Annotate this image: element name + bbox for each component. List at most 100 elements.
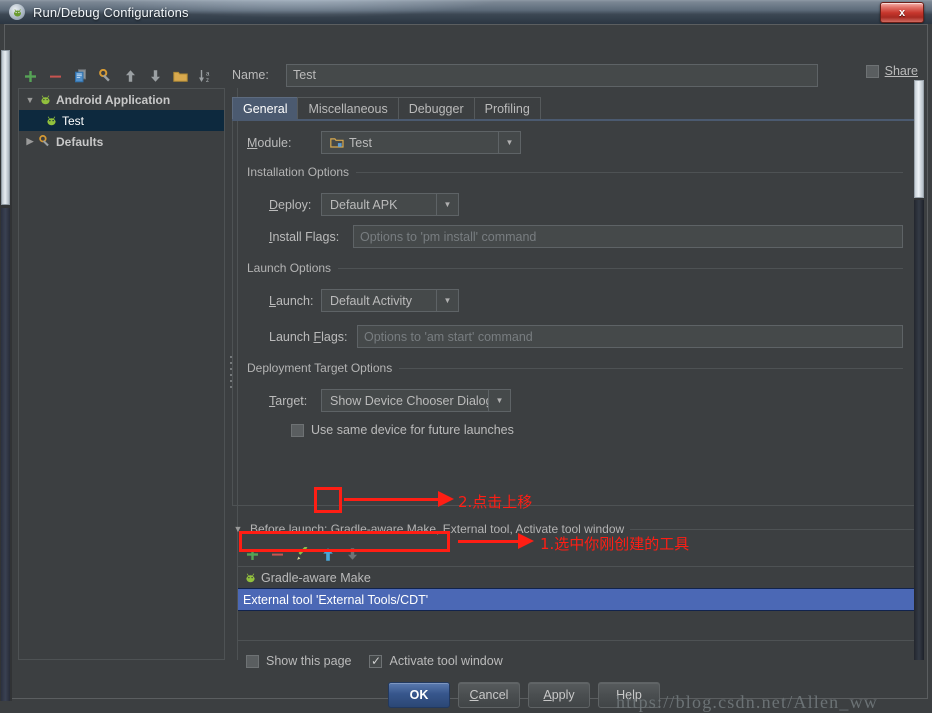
deploy-value: Default APK: [330, 197, 398, 212]
activate-tool-window-checkbox[interactable]: ✓: [369, 654, 383, 668]
chevron-down-icon[interactable]: ▼: [436, 194, 458, 215]
configuration-editor: Name: Test Share General Miscellaneous D…: [232, 56, 920, 668]
tab-general[interactable]: General: [232, 97, 299, 120]
android-studio-icon: [9, 4, 25, 20]
folder-icon[interactable]: [168, 65, 193, 87]
pencil-icon[interactable]: [290, 543, 315, 565]
tree-item-defaults[interactable]: ▶ Defaults: [19, 131, 224, 152]
sort-az-icon[interactable]: az: [193, 65, 218, 87]
launch-flags-input[interactable]: Options to 'am start' command: [357, 325, 903, 348]
window-titlebar[interactable]: Run/Debug Configurations x: [0, 0, 932, 24]
target-label: Target:: [269, 393, 308, 408]
share-checkbox[interactable]: [865, 64, 879, 78]
svg-text:z: z: [206, 78, 209, 83]
remove-configuration-button[interactable]: [43, 65, 68, 87]
chevron-down-icon[interactable]: ▼: [232, 524, 244, 534]
form-scrollbar[interactable]: [914, 80, 924, 660]
group-rule: [338, 267, 903, 269]
page-scrollbar-track[interactable]: [1, 208, 10, 701]
name-input[interactable]: Test: [286, 63, 818, 87]
name-label: Name:: [232, 68, 269, 82]
target-select[interactable]: Show Device Chooser Dialog ▼: [321, 389, 511, 412]
show-this-page-group[interactable]: Show this page: [246, 654, 351, 668]
module-folder-icon: [330, 137, 344, 148]
copy-icon[interactable]: [68, 65, 93, 87]
chevron-down-icon[interactable]: ▼: [23, 95, 37, 105]
android-icon: [37, 92, 53, 108]
bottom-checkboxes: Show this page ✓ Activate tool window: [246, 654, 503, 668]
launch-row: Launch: Default Activity ▼: [247, 289, 459, 312]
group-rule: [399, 367, 903, 369]
add-task-button[interactable]: [240, 543, 265, 565]
before-launch-toolbar: [240, 541, 365, 567]
form-scrollbar-thumb[interactable]: [914, 80, 924, 198]
tree-item-test[interactable]: Test: [19, 110, 224, 131]
ok-button[interactable]: OK: [388, 682, 450, 708]
before-launch-item-label: External tool 'External Tools/CDT': [243, 592, 429, 607]
use-same-device-label: Use same device for future launches: [311, 423, 514, 437]
launch-options-group: Launch Options: [247, 261, 903, 275]
activate-tool-window-group[interactable]: ✓ Activate tool window: [369, 654, 503, 668]
page-scrollbar[interactable]: [0, 50, 12, 701]
deployment-target-label: Deployment Target Options: [247, 361, 393, 375]
before-launch-item-gradle[interactable]: Gradle-aware Make: [238, 567, 914, 588]
install-flags-label: Install Flags:: [269, 229, 340, 244]
launch-value: Default Activity: [330, 293, 412, 308]
apply-button[interactable]: Apply: [528, 682, 590, 708]
configurations-tree[interactable]: ▼ Android Application Test ▶ Defaults: [18, 88, 225, 660]
general-tab-panel: Module: Test ▼ Installation Options Depl…: [232, 121, 920, 506]
before-launch-header: ▼ Before launch: Gradle-aware Make, Exte…: [232, 522, 920, 536]
tab-miscellaneous[interactable]: Miscellaneous: [297, 97, 399, 120]
page-scrollbar-thumb[interactable]: [1, 50, 10, 205]
module-value: Test: [322, 136, 498, 150]
activate-tool-window-label: Activate tool window: [389, 654, 503, 668]
before-launch-list[interactable]: Gradle-aware Make External tool 'Externa…: [237, 566, 915, 641]
remove-task-button[interactable]: [265, 543, 290, 565]
wrench-icon[interactable]: [93, 65, 118, 87]
launch-select[interactable]: Default Activity ▼: [321, 289, 459, 312]
tree-item-label: Test: [62, 113, 85, 128]
move-up-button[interactable]: [118, 65, 143, 87]
tree-item-android-application[interactable]: ▼ Android Application: [19, 89, 224, 110]
install-flags-input[interactable]: Options to 'pm install' command: [353, 225, 903, 248]
add-configuration-button[interactable]: [18, 65, 43, 87]
deployment-target-group: Deployment Target Options: [247, 361, 903, 375]
use-same-device-checkbox[interactable]: [291, 423, 304, 437]
group-rule: [356, 171, 903, 173]
move-task-down-button[interactable]: [340, 543, 365, 565]
launch-label: Launch:: [269, 293, 314, 308]
group-rule: [630, 528, 920, 530]
use-same-device-row[interactable]: Use same device for future launches: [291, 423, 514, 437]
chevron-down-icon[interactable]: ▼: [498, 132, 520, 153]
tab-profiling[interactable]: Profiling: [473, 97, 541, 120]
cancel-button[interactable]: Cancel: [458, 682, 520, 708]
module-select[interactable]: Test ▼: [321, 131, 521, 154]
before-launch-item-label: Gradle-aware Make: [261, 570, 371, 585]
chevron-down-icon[interactable]: ▼: [488, 390, 510, 411]
chevron-down-icon[interactable]: ▼: [436, 290, 458, 311]
tree-item-label: Defaults: [56, 134, 104, 149]
module-row: Module: Test ▼: [247, 131, 521, 154]
close-icon[interactable]: x: [880, 2, 924, 23]
share-checkbox-group[interactable]: Share: [865, 64, 918, 78]
move-down-button[interactable]: [143, 65, 168, 87]
chevron-right-icon[interactable]: ▶: [23, 136, 37, 147]
before-launch-label: Before launch: Gradle-aware Make, Extern…: [250, 522, 625, 536]
tree-item-label: Android Application: [56, 92, 171, 107]
move-task-up-button[interactable]: [315, 543, 340, 565]
wrench-icon: [37, 134, 53, 150]
tab-debugger[interactable]: Debugger: [397, 97, 475, 120]
deploy-label: Deploy:: [269, 197, 312, 212]
deploy-select[interactable]: Default APK ▼: [321, 193, 459, 216]
form-scrollbar-track[interactable]: [914, 200, 924, 660]
before-launch-item-external-tool[interactable]: External tool 'External Tools/CDT': [238, 588, 914, 611]
run-debug-configurations-window: Run/Debug Configurations x a z ▼ Android…: [0, 0, 932, 712]
editor-tabs: General Miscellaneous Debugger Profiling: [232, 96, 920, 120]
launch-options-label: Launch Options: [247, 261, 332, 275]
install-flags-row: Install Flags: Options to 'pm install' c…: [247, 225, 903, 248]
target-value: Show Device Chooser Dialog: [330, 393, 488, 408]
installation-options-group: Installation Options: [247, 165, 903, 179]
deploy-row: Deploy: Default APK ▼: [247, 193, 459, 216]
show-this-page-checkbox[interactable]: [246, 654, 259, 668]
android-icon: [43, 113, 59, 129]
